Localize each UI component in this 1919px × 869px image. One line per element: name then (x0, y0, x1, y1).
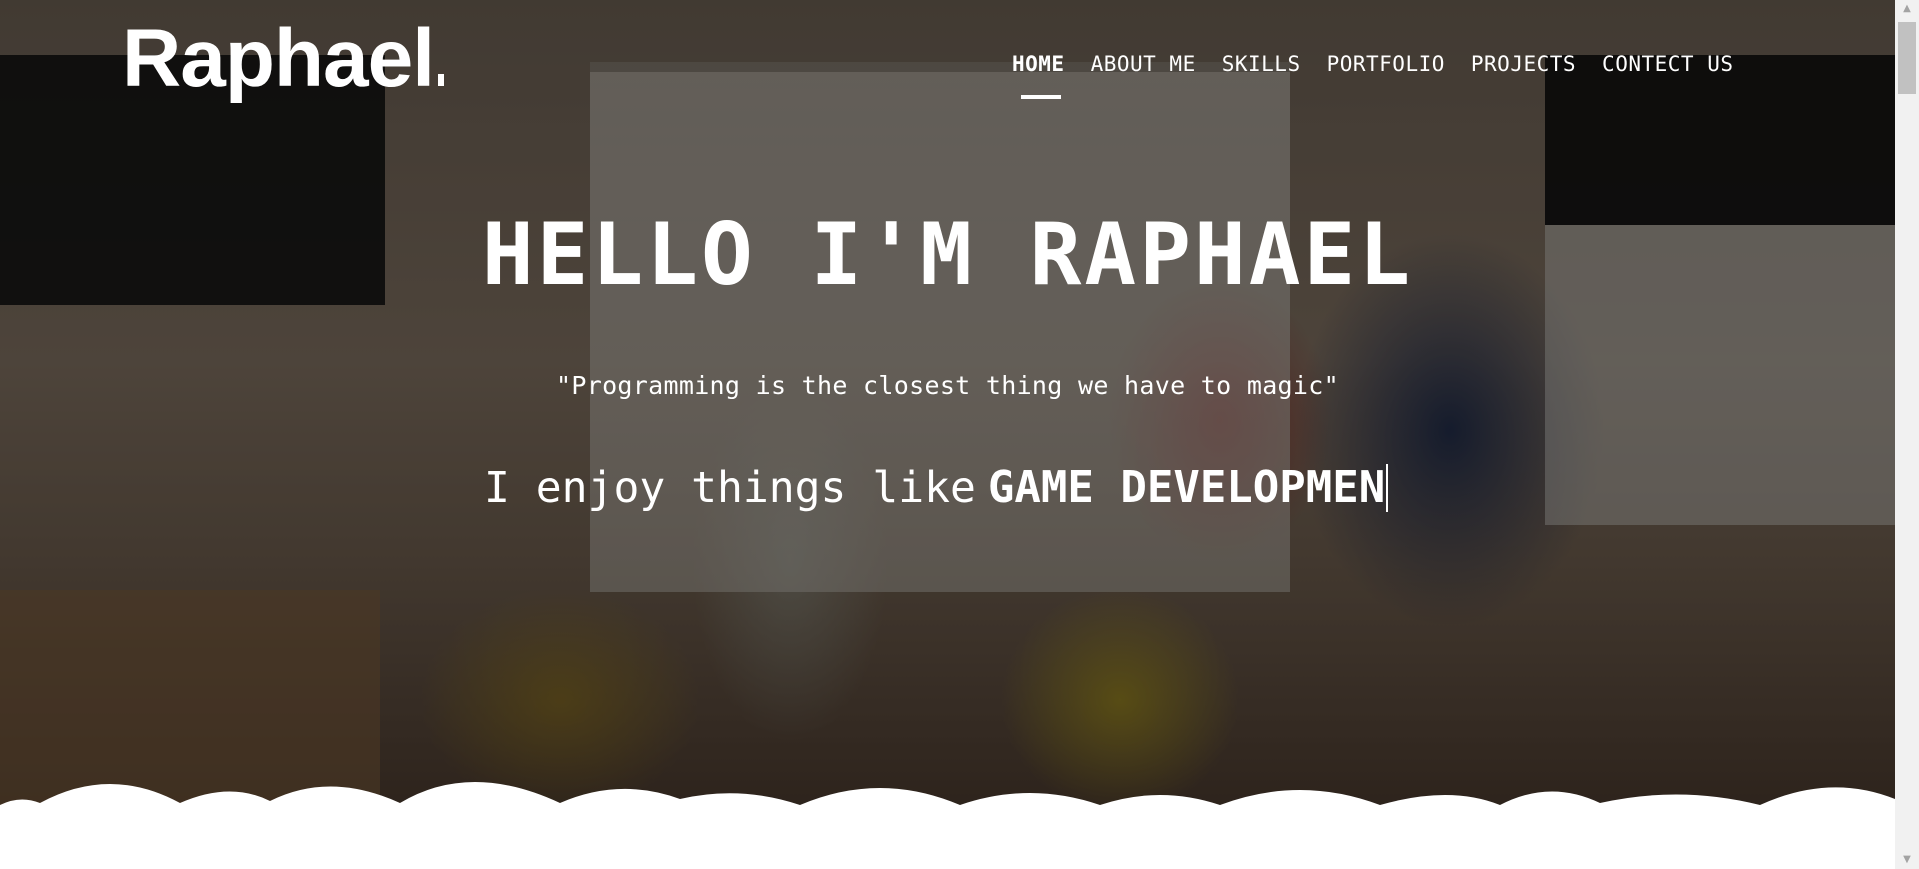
typed-text: GAME DEVELOPMEN (987, 462, 1386, 513)
nav-skills[interactable]: SKILLS (1222, 52, 1301, 76)
typing-prefix: I enjoy things like (484, 462, 976, 513)
page-scrollbar[interactable]: ▲ ▼ (1895, 0, 1919, 869)
scrollbar-thumb[interactable] (1898, 22, 1916, 94)
hero-quote: "Programming is the closest thing we hav… (556, 371, 1339, 400)
logo-dot (438, 74, 444, 86)
hero-section: Raphael HOME ABOUT ME SKILLS PORTFOLIO P… (0, 0, 1895, 806)
hero-dark-overlay (0, 0, 1895, 806)
nav-projects[interactable]: PROJECTS (1471, 52, 1576, 76)
typing-cursor (1386, 463, 1389, 512)
nav-home[interactable]: HOME (1012, 52, 1065, 76)
typing-line: I enjoy things like GAME DEVELOPMEN (484, 462, 1389, 513)
nav-about-me[interactable]: ABOUT ME (1091, 52, 1196, 76)
cloud-divider (0, 782, 1895, 815)
scroll-down-arrow-icon[interactable]: ▼ (1895, 851, 1919, 869)
scroll-up-arrow-icon[interactable]: ▲ (1895, 0, 1919, 18)
site-logo[interactable]: Raphael (122, 18, 444, 100)
nav-active-underline (1021, 95, 1061, 99)
main-nav: HOME ABOUT ME SKILLS PORTFOLIO PROJECTS … (1012, 52, 1733, 99)
nav-contact-us[interactable]: CONTECT US (1602, 52, 1733, 76)
site-logo-text: Raphael (122, 13, 435, 104)
nav-portfolio[interactable]: PORTFOLIO (1327, 52, 1445, 76)
hero-title: HELLO I'M RAPHAEL (481, 205, 1414, 305)
